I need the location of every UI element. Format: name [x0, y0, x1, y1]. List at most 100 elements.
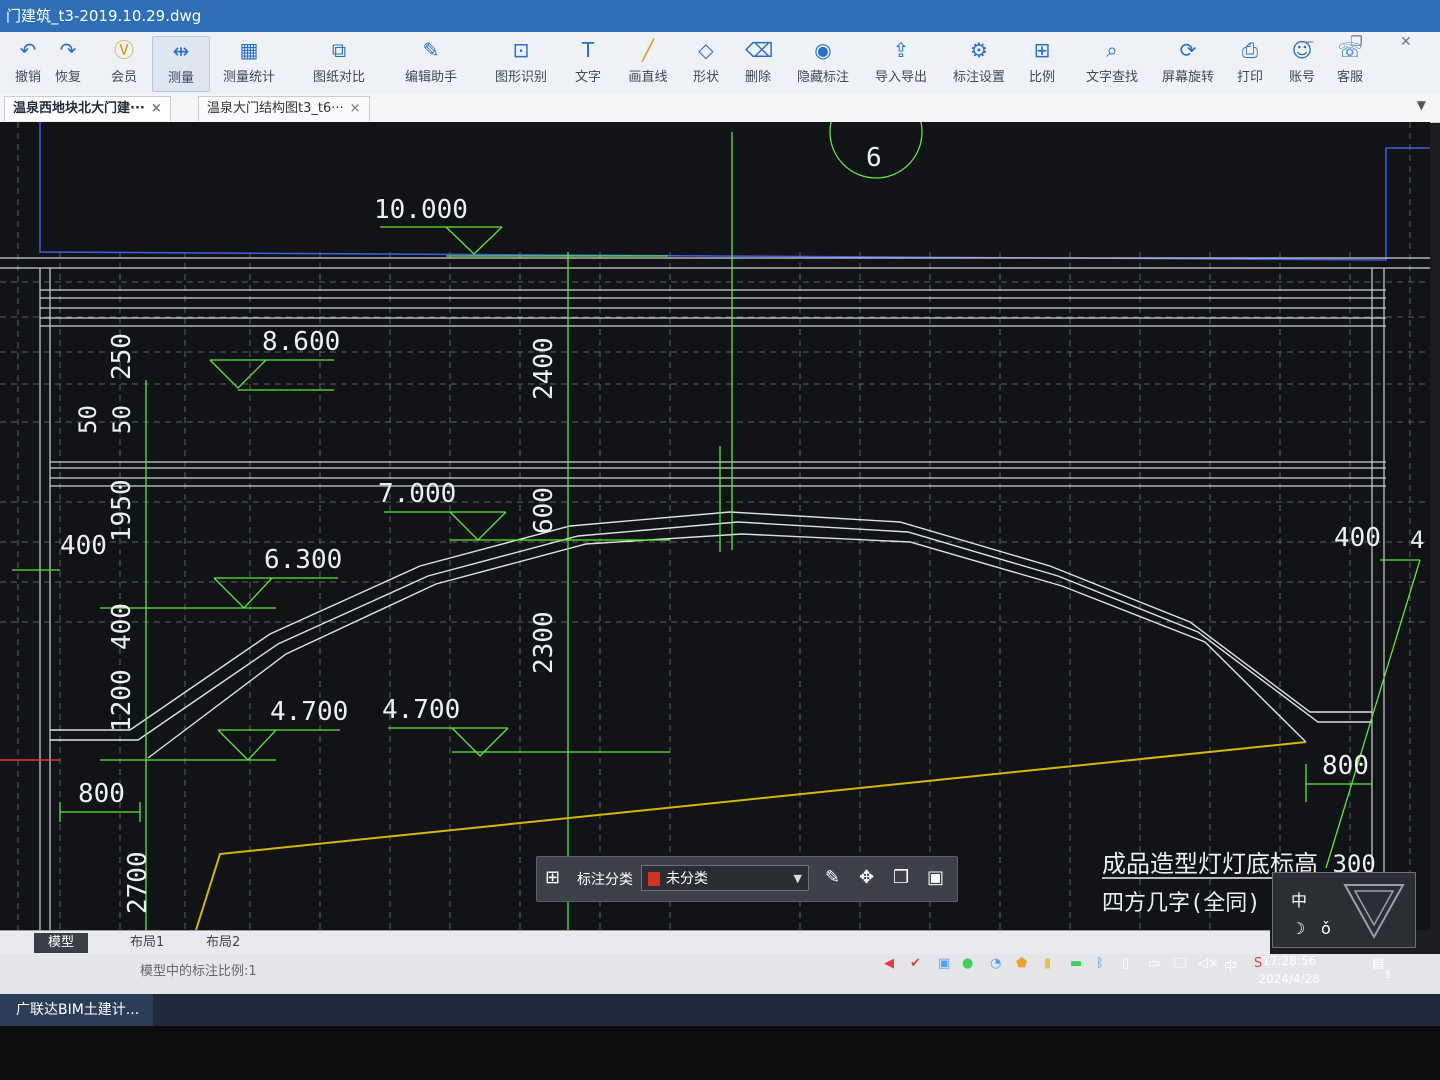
circle-label: 6 [866, 143, 882, 173]
bluetooth-icon[interactable]: ᛒ [1096, 956, 1104, 971]
minimize-icon[interactable]: — [1300, 34, 1314, 50]
measure-stats-button[interactable]: ▦ 测量统计 [216, 36, 282, 90]
ime-panel: 中 ☽ ǒ [1272, 872, 1416, 948]
system-clock[interactable]: 17:28:56 2024/4/28 [1258, 952, 1320, 988]
notification-count: 3 [1384, 970, 1391, 981]
redo-button[interactable]: ↷ 恢复 [40, 36, 96, 90]
window-title: 门建筑_t3-2019.10.29.dwg [6, 7, 202, 25]
antivirus-icon[interactable]: ✔ [910, 956, 921, 971]
note-text-line2: 四方几字(全同) [1102, 891, 1261, 916]
dim-250: 250 [107, 333, 137, 380]
tray-app-icon[interactable]: ▣ [938, 956, 950, 971]
dim-600: 600 [529, 487, 559, 534]
network-icon[interactable]: 🖵 [1174, 956, 1187, 971]
hide-annotation-icon: ◉ [814, 38, 832, 62]
speaker-icon[interactable]: ◁× [1198, 956, 1219, 971]
elevation-8600: 8.600 [262, 327, 340, 357]
ime-moon-icon[interactable]: ☽ [1291, 919, 1305, 938]
annotation-settings-icon: ⚙ [970, 38, 988, 62]
ribbon-toolbar: ↶ 撤销 ↷ 恢复 Ⓥ 会员 ⇹ 测量 ▦ 测量统计 ⧉ 图纸对比 ✎ 编辑助手 ⊡ 图形识别 … [0, 32, 1440, 95]
shape-icon: ◇ [698, 38, 714, 62]
elevation-6300: 6.300 [264, 545, 342, 575]
import-export-button[interactable]: ⇪ 导入导出 [868, 36, 934, 90]
dim-50-a: 50 [74, 405, 102, 434]
draw-line-button[interactable]: ╱ 画直线 [620, 36, 676, 90]
wechat-icon[interactable]: ● [962, 956, 973, 971]
delete-button[interactable]: ⌫ 删除 [730, 36, 786, 90]
vip-button[interactable]: Ⓥ 会员 [96, 36, 152, 90]
grid-apps-icon[interactable]: ⊞ [545, 867, 560, 888]
tab-document-2[interactable]: 温泉大门结构图t3_t6··· × [198, 96, 370, 121]
elevation-4700-b: 4.700 [382, 695, 460, 725]
hide-annotation-button[interactable]: ◉ 隐藏标注 [790, 36, 856, 90]
dim-1950: 1950 [107, 479, 137, 542]
taskbar-app-glodon[interactable]: 广联达BIM土建计... [0, 994, 154, 1028]
close-tab-icon[interactable]: × [350, 101, 361, 116]
monitor-bezel [0, 1026, 1440, 1080]
copy-icon[interactable]: ❐ [893, 867, 909, 888]
drawing-canvas[interactable]: 6 10.000 8.600 7.000 6.300 4.700 4.700 2… [0, 122, 1430, 930]
chevron-down-icon: ▼ [793, 872, 802, 885]
redo-icon: ↷ [59, 38, 77, 62]
dim-800-left: 800 [78, 779, 125, 809]
paste-icon[interactable]: ▣ [927, 867, 944, 888]
document-tabs: 温泉西地块北大门建··· × 温泉大门结构图t3_t6··· × ▼ [0, 94, 1440, 123]
shield-icon[interactable]: ⬟ [1016, 956, 1027, 971]
close-icon[interactable]: ✕ [1400, 34, 1412, 50]
gpu-icon[interactable]: ▬ [1070, 956, 1082, 971]
annotation-category-select[interactable]: 未分类 ▼ [641, 865, 809, 891]
arch-outline [50, 511, 1372, 759]
eraser-icon: ⌫ [745, 38, 774, 62]
tab-layout2[interactable]: 布局2 [192, 933, 254, 953]
usb-icon[interactable]: ▮ [1044, 956, 1051, 971]
tab-model[interactable]: 模型 [34, 933, 89, 953]
shape-recognition-button[interactable]: ⊡ 图形识别 [488, 36, 554, 90]
shape-button[interactable]: ◇ 形状 [678, 36, 734, 90]
compare-button[interactable]: ⧉ 图纸对比 [306, 36, 372, 90]
notification-icon[interactable]: ▤ [1372, 956, 1384, 971]
edit-helper-button[interactable]: ✎ 编辑助手 [398, 36, 464, 90]
dim-50-b: 50 [108, 405, 136, 434]
print-icon: ⎙ [1242, 38, 1258, 62]
dim-2700: 2700 [123, 851, 153, 914]
move-icon[interactable]: ✥ [859, 867, 874, 888]
elevation-4700-a: 4.700 [270, 697, 348, 727]
edit-icon[interactable]: ✎ [825, 867, 840, 888]
close-tab-icon[interactable]: × [151, 101, 162, 116]
dim-4: 4 [1410, 526, 1424, 554]
dim-400-right: 400 [1334, 523, 1381, 553]
browser-icon[interactable]: ◔ [990, 956, 1001, 971]
ime-logo-icon [1343, 884, 1405, 940]
shape-recognition-icon: ⊡ [512, 38, 530, 62]
taskbar: 广联达BIM土建计... [0, 994, 1440, 1028]
dim-400-vert: 400 [107, 603, 137, 650]
dim-400-left: 400 [60, 531, 107, 561]
text-button[interactable]: T 文字 [560, 36, 616, 90]
vip-icon: Ⓥ [114, 38, 134, 62]
tab-layout1[interactable]: 布局1 [116, 933, 178, 953]
dim-2400: 2400 [529, 337, 559, 400]
input-language[interactable]: 中 [1224, 956, 1237, 975]
tabs-dropdown-icon[interactable]: ▼ [1417, 98, 1426, 112]
tab-document-1[interactable]: 温泉西地块北大门建··· × [4, 96, 171, 121]
ime-extra-icon[interactable]: ǒ [1321, 919, 1331, 938]
annotation-settings-button[interactable]: ⚙ 标注设置 [946, 36, 1012, 90]
volume-icon[interactable]: ◀ [884, 956, 894, 971]
print-button[interactable]: ⎙ 打印 [1222, 36, 1278, 90]
battery-icon[interactable]: ▭ [1148, 956, 1160, 971]
cad-drawing: 6 10.000 8.600 7.000 6.300 4.700 4.700 2… [0, 122, 1430, 930]
undo-icon: ↶ [19, 38, 37, 62]
maximize-icon[interactable]: ❐ [1350, 34, 1363, 50]
rotate-screen-button[interactable]: ⟳ 屏幕旋转 [1156, 36, 1220, 90]
text-search-button[interactable]: ⌕ 文字查找 [1080, 36, 1144, 90]
scale-icon: ⊞ [1033, 38, 1051, 62]
line-icon: ╱ [641, 38, 655, 62]
measure-icon: ⇹ [172, 39, 190, 63]
measure-button[interactable]: ⇹ 测量 [152, 36, 210, 92]
drive-icon[interactable]: ▯ [1122, 956, 1129, 971]
title-bar: 门建筑_t3-2019.10.29.dwg [0, 0, 1440, 32]
scale-button[interactable]: ⊞ 比例 [1014, 36, 1070, 90]
ime-mode[interactable]: 中 [1291, 887, 1307, 911]
dim-800-right: 800 [1322, 751, 1369, 781]
text-icon: T [581, 38, 595, 62]
